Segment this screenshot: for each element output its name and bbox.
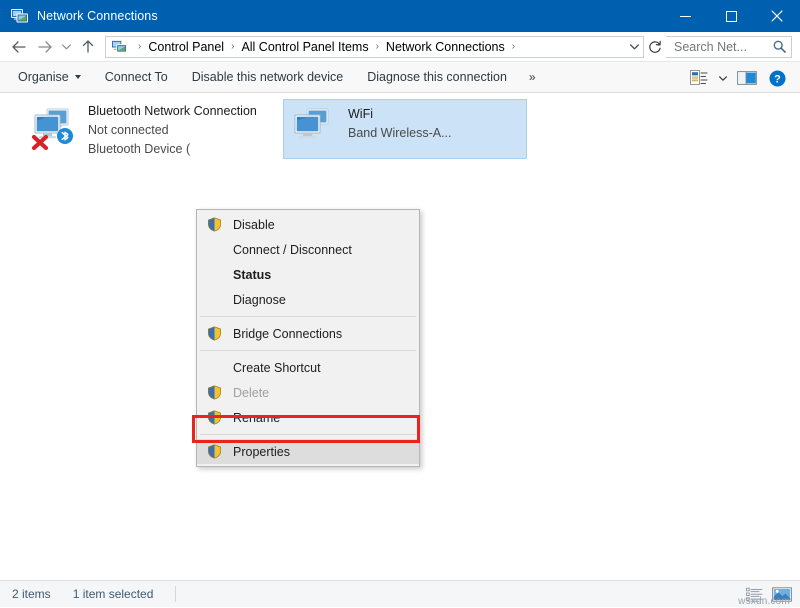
menu-item-label: Disable <box>233 218 275 232</box>
breadcrumb-network-icon <box>111 40 127 54</box>
breadcrumb-separator-2[interactable]: › <box>370 42 385 52</box>
shield-icon <box>203 325 225 343</box>
breadcrumb-item-all-control-panel-items[interactable]: All Control Panel Items <box>240 40 369 54</box>
address-dropdown-icon[interactable] <box>626 44 643 50</box>
menu-separator-3 <box>200 434 416 435</box>
menu-item-properties[interactable]: Properties <box>197 439 419 464</box>
svg-text:?: ? <box>774 73 781 85</box>
menu-item-diagnose[interactable]: Diagnose <box>197 287 419 312</box>
search-box[interactable]: Search Net... <box>666 36 792 58</box>
bluetooth-network-icon <box>30 103 78 151</box>
wifi-connection-text: WiFi Band Wireless-A... <box>348 104 452 143</box>
menu-item-label: Bridge Connections <box>233 327 342 341</box>
context-menu[interactable]: Disable Connect / Disconnect Status Diag… <box>196 209 420 467</box>
breadcrumb-separator-3[interactable]: › <box>506 42 521 52</box>
forward-button[interactable] <box>32 34 58 60</box>
preview-pane-button[interactable] <box>732 65 762 91</box>
list-item-name: WiFi <box>348 105 452 124</box>
menu-separator-2 <box>200 350 416 351</box>
window-title: Network Connections <box>37 9 158 23</box>
shield-icon <box>203 216 225 234</box>
recent-locations-button[interactable] <box>58 34 75 60</box>
menu-icon-slot <box>203 291 225 309</box>
connect-to-button[interactable]: Connect To <box>93 64 180 90</box>
breadcrumb-separator-1[interactable]: › <box>225 42 240 52</box>
list-item-status: Not connected <box>88 121 257 140</box>
toolbar-overflow-button[interactable]: » <box>519 70 546 84</box>
list-item-device: Bluetooth Device ( <box>88 140 257 159</box>
list-item-device: Band Wireless-A... <box>348 124 452 143</box>
disable-network-device-label: Disable this network device <box>192 70 343 84</box>
status-selection: 1 item selected <box>51 587 154 601</box>
menu-item-label: Properties <box>233 445 290 459</box>
menu-item-create-shortcut[interactable]: Create Shortcut <box>197 355 419 380</box>
menu-icon-slot <box>203 359 225 377</box>
menu-item-label: Connect / Disconnect <box>233 243 352 257</box>
up-button[interactable] <box>75 34 101 60</box>
search-icon[interactable] <box>767 40 791 53</box>
menu-item-connect-disconnect[interactable]: Connect / Disconnect <box>197 237 419 262</box>
network-connections-icon <box>11 9 28 24</box>
organise-label: Organise <box>18 70 69 84</box>
explorer-window: Network Connections <box>0 0 800 607</box>
back-button[interactable] <box>6 34 32 60</box>
wifi-adapter-icon <box>290 106 338 154</box>
menu-item-disable[interactable]: Disable <box>197 212 419 237</box>
menu-separator-1 <box>200 316 416 317</box>
menu-icon-slot <box>203 266 225 284</box>
organise-button[interactable]: Organise <box>6 64 93 90</box>
menu-item-label: Create Shortcut <box>233 361 321 375</box>
breadcrumb-item-network-connections[interactable]: Network Connections <box>385 40 506 54</box>
menu-item-status[interactable]: Status <box>197 262 419 287</box>
menu-icon-slot <box>203 241 225 259</box>
shield-icon <box>203 384 225 402</box>
maximize-button[interactable] <box>708 0 754 32</box>
command-bar: Organise Connect To Disable this network… <box>0 61 800 93</box>
command-bar-right: ? <box>684 62 792 94</box>
disable-network-device-button[interactable]: Disable this network device <box>180 64 355 90</box>
breadcrumb-separator-0[interactable]: › <box>132 42 147 52</box>
menu-item-label: Status <box>233 268 271 282</box>
search-input[interactable]: Search Net... <box>666 40 767 54</box>
status-divider <box>175 586 176 602</box>
breadcrumb-bar[interactable]: › Control Panel › All Control Panel Item… <box>105 36 644 58</box>
status-item-count: 2 items <box>0 587 51 601</box>
title-bar[interactable]: Network Connections <box>0 0 800 32</box>
breadcrumb-item-control-panel[interactable]: Control Panel <box>147 40 225 54</box>
diagnose-connection-button[interactable]: Diagnose this connection <box>355 64 519 90</box>
list-item-name: Bluetooth Network Connection <box>88 102 257 121</box>
diagnose-connection-label: Diagnose this connection <box>367 70 507 84</box>
list-item-wifi[interactable]: WiFi Band Wireless-A... <box>283 99 527 159</box>
status-bar: 2 items 1 item selected <box>0 580 800 607</box>
watermark: wsxdn.com <box>738 596 790 607</box>
menu-item-label: Diagnose <box>233 293 286 307</box>
list-item-bluetooth-network-connection[interactable]: Bluetooth Network Connection Not connect… <box>30 101 280 163</box>
view-options-button[interactable] <box>684 65 714 91</box>
close-button[interactable] <box>754 0 800 32</box>
address-bar-row: › Control Panel › All Control Panel Item… <box>0 32 800 61</box>
menu-item-bridge-connections[interactable]: Bridge Connections <box>197 321 419 346</box>
refresh-button[interactable] <box>644 36 666 58</box>
menu-item-label: Rename <box>233 411 280 425</box>
connect-to-label: Connect To <box>105 70 168 84</box>
view-options-dropdown-icon[interactable] <box>714 65 732 91</box>
connections-list[interactable]: Bluetooth Network Connection Not connect… <box>0 93 800 580</box>
shield-icon <box>203 443 225 461</box>
help-button[interactable]: ? <box>762 65 792 91</box>
shield-icon <box>203 409 225 427</box>
chevron-down-icon <box>75 75 81 79</box>
menu-item-label: Delete <box>233 386 269 400</box>
title-bar-left: Network Connections <box>0 9 158 24</box>
menu-item-delete: Delete <box>197 380 419 405</box>
window-controls <box>662 0 800 32</box>
minimize-button[interactable] <box>662 0 708 32</box>
bluetooth-connection-text: Bluetooth Network Connection Not connect… <box>88 101 257 159</box>
menu-item-rename[interactable]: Rename <box>197 405 419 430</box>
